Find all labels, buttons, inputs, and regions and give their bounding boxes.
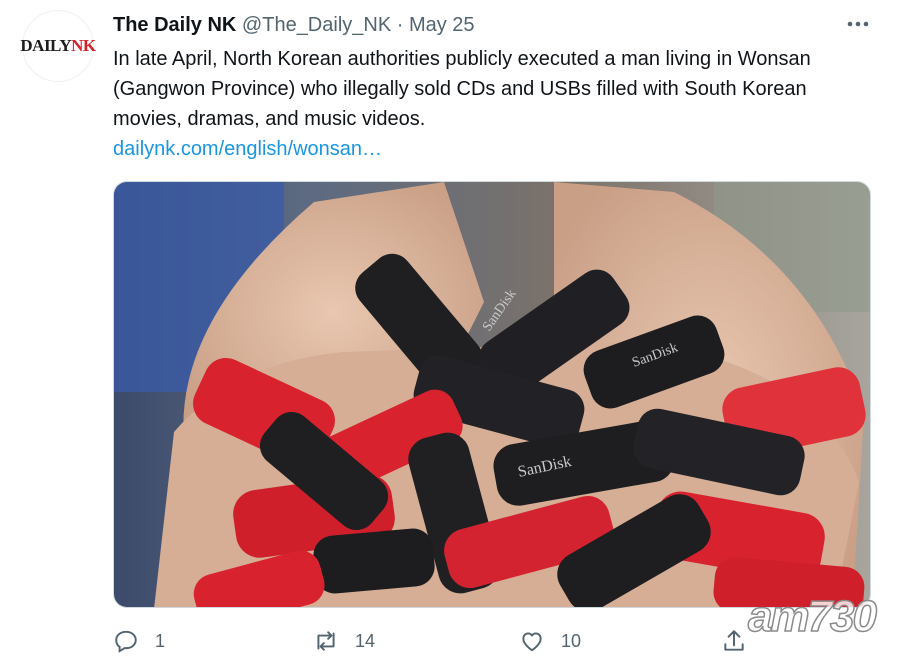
share-icon[interactable] [721,628,747,654]
tweet-text: In late April, North Korean authorities … [113,48,811,130]
retweet-count: 14 [355,630,376,651]
display-name[interactable]: The Daily NK [113,14,236,36]
tweet-header: The Daily NK @The_Daily_NK · May 25 [113,11,837,39]
tweet-link[interactable]: dailynk.com/english/wonsan… [113,134,382,164]
avatar-logo: DAILYNK [20,36,96,55]
retweet-action[interactable]: 14 [313,624,375,658]
reply-icon[interactable] [113,628,139,654]
more-options-icon[interactable] [845,13,871,35]
heart-icon[interactable] [519,628,545,654]
watermark-logo: am730 [747,591,878,642]
like-count: 10 [561,630,582,651]
tweet-actions: 1 14 10 [113,624,753,658]
separator: · [396,14,404,36]
usb-drives-photo: SanDisk SanDisk SanDisk [114,182,870,607]
account-avatar[interactable]: DAILYNK [20,10,96,82]
account-handle[interactable]: @The_Daily_NK [242,14,391,36]
reply-action[interactable]: 1 [113,624,165,658]
share-action[interactable] [721,624,747,658]
reply-count: 1 [155,630,166,651]
retweet-icon[interactable] [313,628,339,654]
tweet-photo[interactable]: SanDisk SanDisk SanDisk [113,181,871,608]
tweet-date[interactable]: May 25 [409,14,475,36]
like-action[interactable]: 10 [519,624,581,658]
